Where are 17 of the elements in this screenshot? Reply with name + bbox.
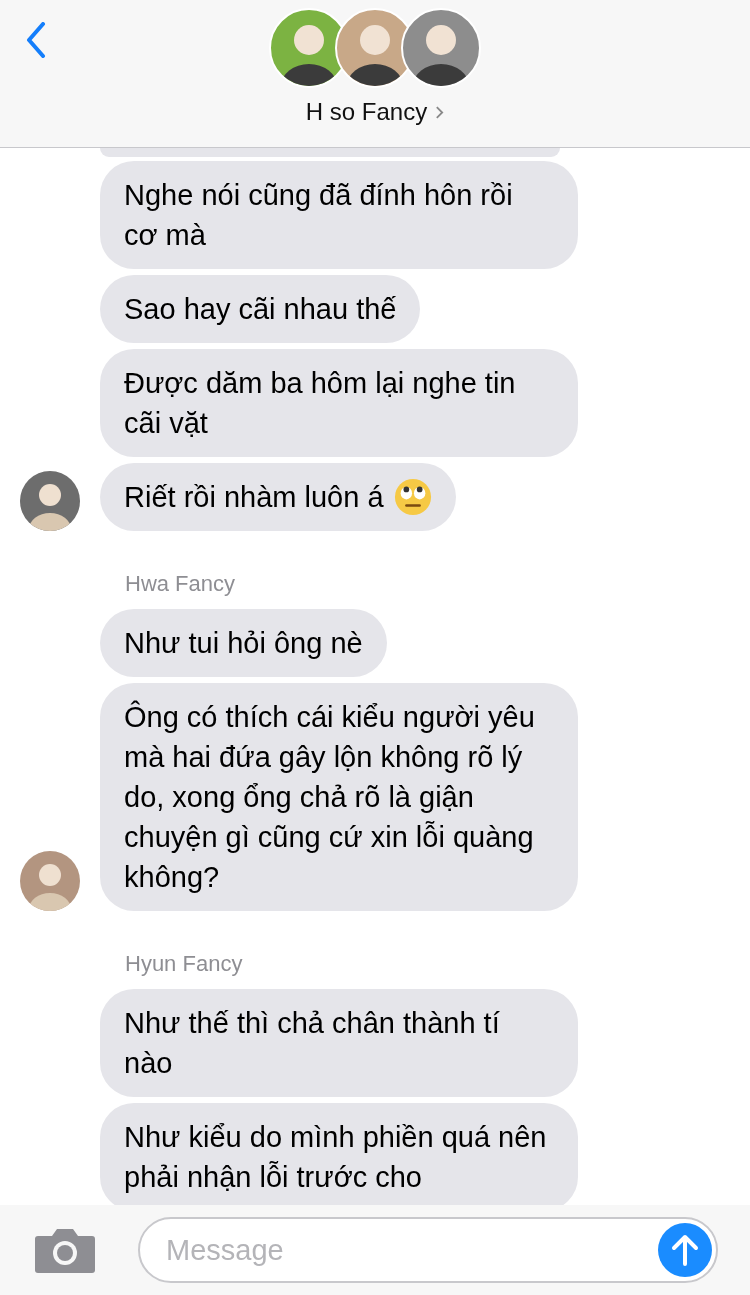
back-icon[interactable] — [26, 22, 46, 58]
eye-roll-emoji-icon — [393, 478, 432, 516]
message-field[interactable]: Message — [138, 1217, 718, 1283]
sender-name: Hwa Fancy — [125, 571, 237, 597]
message-bubble: Được dăm ba hôm lại nghe tin cãi vặt — [100, 349, 578, 457]
message-bubble: Sao hay cãi nhau thế — [100, 275, 421, 343]
camera-icon[interactable] — [34, 1226, 96, 1274]
message-bubble: Như thế thì chả chân thành tí nào — [100, 989, 578, 1097]
message-bubble: Ông có thích cái kiểu người yêu mà hai đứa gây lộn không rõ lý do, xong ổng chả rõ là giận chuyện gì cũng cứ xin lỗi quàng không? — [100, 683, 578, 911]
chevron-icon — [435, 104, 445, 120]
send-button[interactable] — [658, 1223, 712, 1277]
message-text: Riết rồi nhàm luôn á — [124, 480, 384, 515]
message-bubble: Như kiểu do mình phiền quá nên phải nhận lỗi trước cho — [100, 1103, 578, 1205]
message-bubble: Như tui hỏi ông nè — [100, 609, 387, 677]
conversation-title[interactable]: H so Fancy — [305, 98, 445, 126]
message-bubble: Nghe nói cũng đã đính hôn rồi cơ mà — [100, 161, 578, 269]
sender-name: Hyun Fancy — [125, 951, 244, 977]
